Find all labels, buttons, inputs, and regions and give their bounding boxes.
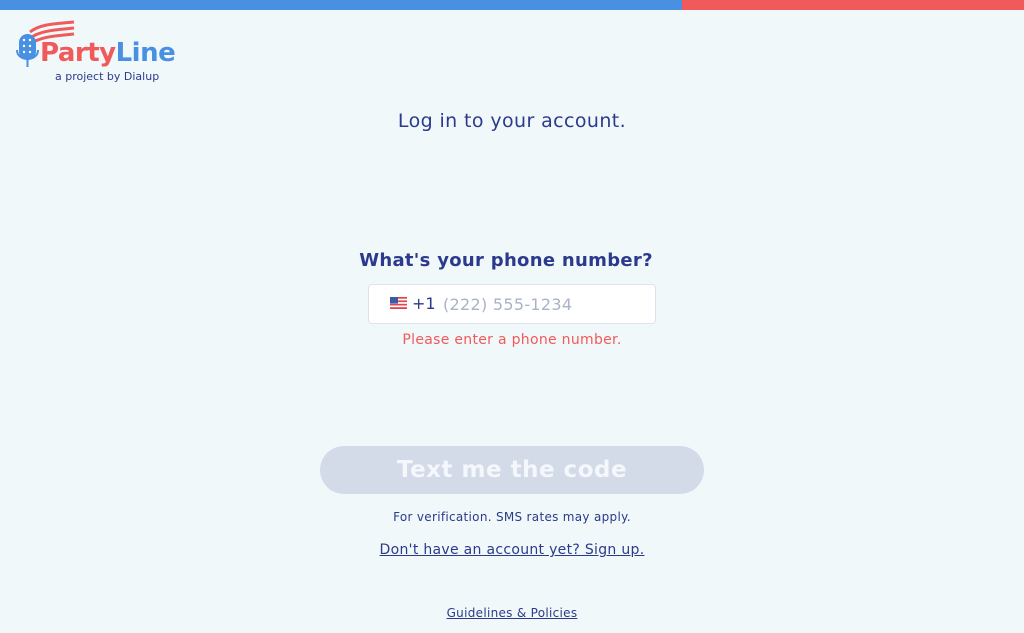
text-me-code-button[interactable]: Text me the code <box>320 446 704 494</box>
partyline-logo[interactable]: PartyLine a project by Dialup <box>16 16 186 86</box>
sms-rates-note: For verification. SMS rates may apply. <box>393 510 631 524</box>
logo-tagline: a project by Dialup <box>55 70 160 83</box>
country-code[interactable]: +1 <box>412 294 436 313</box>
guidelines-policies-link[interactable]: Guidelines & Policies <box>447 606 578 620</box>
phone-input[interactable] <box>443 290 643 318</box>
logo-word-party: Party <box>40 38 116 68</box>
logo-wordmark: PartyLine <box>40 38 176 68</box>
phone-field[interactable]: +1 <box>368 284 656 324</box>
logo-word-line: Line <box>115 38 176 68</box>
page-title: Log in to your account. <box>397 110 627 132</box>
phone-question-label: What's your phone number? <box>359 250 653 271</box>
top-color-bar <box>0 0 1024 10</box>
top-bar-blue <box>0 0 682 10</box>
us-flag-icon[interactable] <box>390 297 407 309</box>
phone-error-message: Please enter a phone number. <box>402 332 622 348</box>
footer: Guidelines & Policies <box>0 606 1024 620</box>
signup-link[interactable]: Don't have an account yet? Sign up. <box>380 542 645 558</box>
signup-row: Don't have an account yet? Sign up. <box>0 542 1024 558</box>
top-bar-red <box>682 0 1024 10</box>
